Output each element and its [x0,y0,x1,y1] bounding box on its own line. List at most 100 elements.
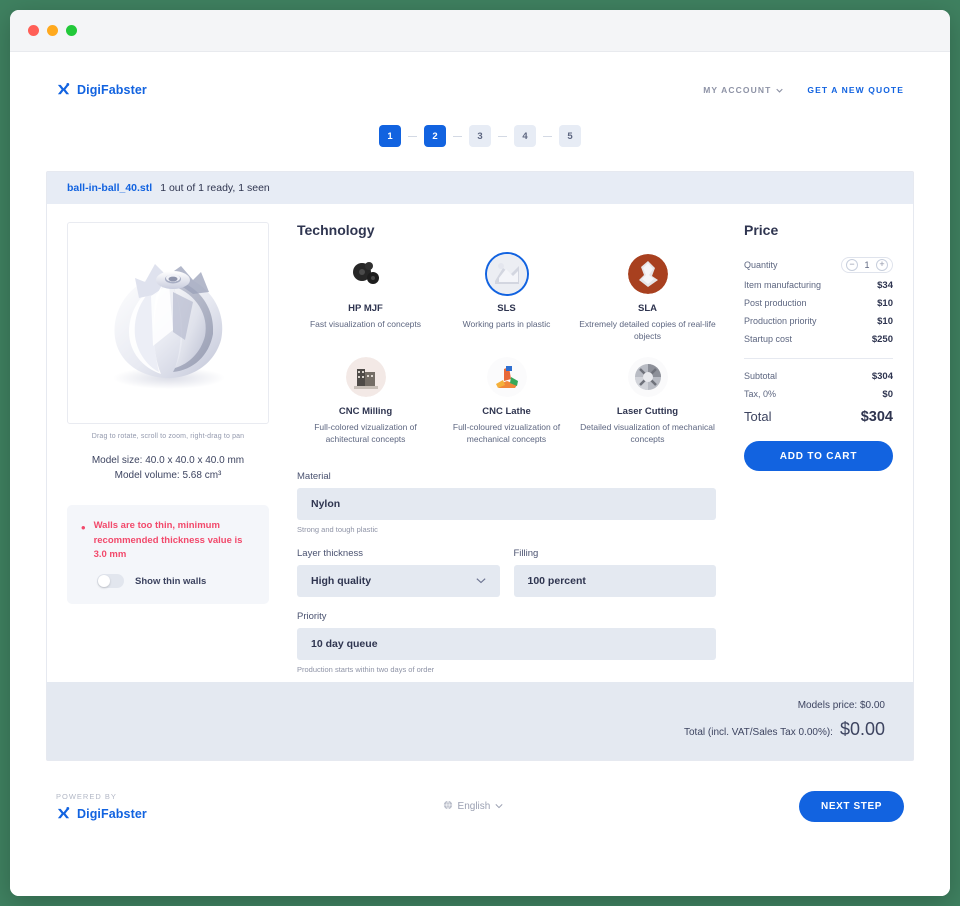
file-status: 1 out of 1 ready, 1 seen [160,182,270,194]
technology-desc: Full-coloured vizualization of mechanica… [452,421,561,444]
warning-row: • Walls are too thin, minimum recommende… [81,519,255,563]
technology-name: Laser Cutting [616,405,679,417]
close-window-button[interactable] [28,25,39,36]
footer-brand[interactable]: DigiFabster [56,806,147,821]
show-thin-walls-label: Show thin walls [135,575,207,587]
quantity-stepper[interactable]: − 1 + [841,256,893,273]
technology-desc: Full-colored vizualization of achitectur… [314,421,417,444]
file-name[interactable]: ball-in-ball_40.stl [67,182,152,194]
technology-title: Technology [297,222,375,238]
my-account-menu[interactable]: MY ACCOUNT [703,84,784,95]
viewer-hint: Drag to rotate, scroll to zoom, right-dr… [91,433,245,440]
cnc-lathe-icon-wrap [486,356,527,397]
technology-grid: HP MJF Fast visualization of concepts SL… [297,254,716,445]
step-2[interactable]: 2 [424,125,446,147]
add-to-cart-button[interactable]: ADD TO CART [744,441,893,471]
step-divider [453,135,462,137]
language-selector[interactable]: English [443,800,504,813]
layer-thickness-select[interactable]: High quality [297,565,500,598]
step-divider [543,135,552,137]
step-5[interactable]: 5 [559,125,581,147]
step-1[interactable]: 1 [379,125,401,147]
price-column: Price Quantity − 1 + Item manufacturing [738,222,893,674]
powered-by-block: POWERED BY DigiFabster [56,792,147,821]
step-indicator: 1 2 3 4 5 [10,125,950,147]
technology-name: HP MJF [348,303,383,314]
technology-desc: Extremely detailed copies of real-life o… [579,319,716,342]
header-actions: MY ACCOUNT GET A NEW QUOTE [703,85,904,95]
hp-mjf-icon-wrap [345,254,386,294]
material-select[interactable]: Nylon [297,488,716,521]
model-volume: Model volume: 5.68 cm³ [114,469,222,481]
brand-name: DigiFabster [77,82,147,97]
price-line-label: Production priority [744,316,817,326]
sla-icon-wrap [627,254,668,294]
window-titlebar [10,10,950,52]
get-new-quote-link[interactable]: GET A NEW QUOTE [807,85,904,95]
material-field-group: Material Nylon Strong and tough plastic [297,471,716,534]
technology-option-hp-mjf[interactable]: HP MJF Fast visualization of concepts [297,254,434,343]
configuration-column: Technology HP MJF Fast visualization of … [279,222,728,674]
layer-filling-row: Layer thickness High quality Filling 100… [297,548,716,598]
tax-row: Tax, 0% $0 [744,385,893,403]
order-summary-bar: Models price: $0.00 Total (incl. VAT/Sal… [47,682,913,761]
show-thin-walls-row[interactable]: Show thin walls [81,574,255,589]
technology-name: CNC Milling [338,405,393,417]
price-line-value: $10 [877,297,893,309]
price-line-label: Post production [744,298,807,308]
globe-icon [443,800,453,813]
quantity-label: Quantity [744,259,778,270]
minimize-window-button[interactable] [47,25,58,36]
model-preview-column: Drag to rotate, scroll to zoom, right-dr… [67,222,269,674]
total-row: Total $304 [744,409,893,425]
subtotal-label: Subtotal [744,371,778,381]
laser-cutting-icon [627,356,668,397]
material-value: Nylon [311,498,341,511]
cnc-milling-icon [345,356,386,397]
thin-walls-warning: • Walls are too thin, minimum recommende… [67,505,269,605]
page-footer: POWERED BY DigiFabster English NEXT STEP [10,771,950,823]
maximize-window-button[interactable] [66,25,77,36]
priority-hint: Production starts within two days of ord… [297,665,435,675]
toggle-knob [98,575,110,588]
filling-select[interactable]: 100 percent [513,565,716,598]
technology-option-sls[interactable]: SLS Working parts in plastic [438,254,575,343]
price-line-value: $10 [877,315,893,327]
model-viewer[interactable] [67,222,269,424]
technology-option-cnc-lathe[interactable]: CNC Lathe Full-coloured vizualization of… [438,356,575,446]
quote-card: ball-in-ball_40.stl 1 out of 1 ready, 1 … [46,171,914,762]
show-thin-walls-toggle[interactable] [97,574,124,589]
price-line-label: Startup cost [744,334,793,344]
technology-option-sla[interactable]: SLA Extremely detailed copies of real-li… [579,254,716,343]
priority-label: Priority [297,611,327,623]
digifabster-logo-icon [56,82,71,97]
hp-mjf-icon [345,254,386,294]
quantity-decrease-button[interactable]: − [846,258,858,271]
step-3[interactable]: 3 [469,125,491,147]
price-title: Price [744,222,779,238]
models-price: Models price: $0.00 [797,700,885,712]
layer-thickness-field-group: Layer thickness High quality [297,548,500,598]
desktop-background: DigiFabster MY ACCOUNT GET A NEW QUOTE 1 [0,0,960,906]
step-divider [498,135,507,137]
file-status-bar: ball-in-ball_40.stl 1 out of 1 ready, 1 … [47,172,913,204]
price-line-item-manufacturing: Item manufacturing $34 [744,276,893,294]
next-step-button[interactable]: NEXT STEP [799,791,904,823]
technology-name: SLA [638,303,657,314]
my-account-label: MY ACCOUNT [703,84,772,95]
quantity-increase-button[interactable]: + [876,258,888,271]
quantity-value: 1 [864,259,870,270]
browser-window: DigiFabster MY ACCOUNT GET A NEW QUOTE 1 [10,10,950,896]
price-line-value: $34 [877,279,893,291]
technology-option-laser-cutting[interactable]: Laser Cutting Detailed visualization of … [579,356,716,446]
sls-icon [486,254,527,294]
tax-label: Tax, 0% [744,389,777,399]
technology-option-cnc-milling[interactable]: CNC Milling Full-colored vizualization o… [297,356,434,446]
quote-card-body: Drag to rotate, scroll to zoom, right-dr… [47,204,913,682]
chevron-down-icon [475,575,486,587]
step-divider [408,135,417,137]
price-line-value: $250 [871,333,893,345]
step-4[interactable]: 4 [514,125,536,147]
brand-logo[interactable]: DigiFabster [56,82,147,97]
priority-select[interactable]: 10 day queue [297,628,716,661]
